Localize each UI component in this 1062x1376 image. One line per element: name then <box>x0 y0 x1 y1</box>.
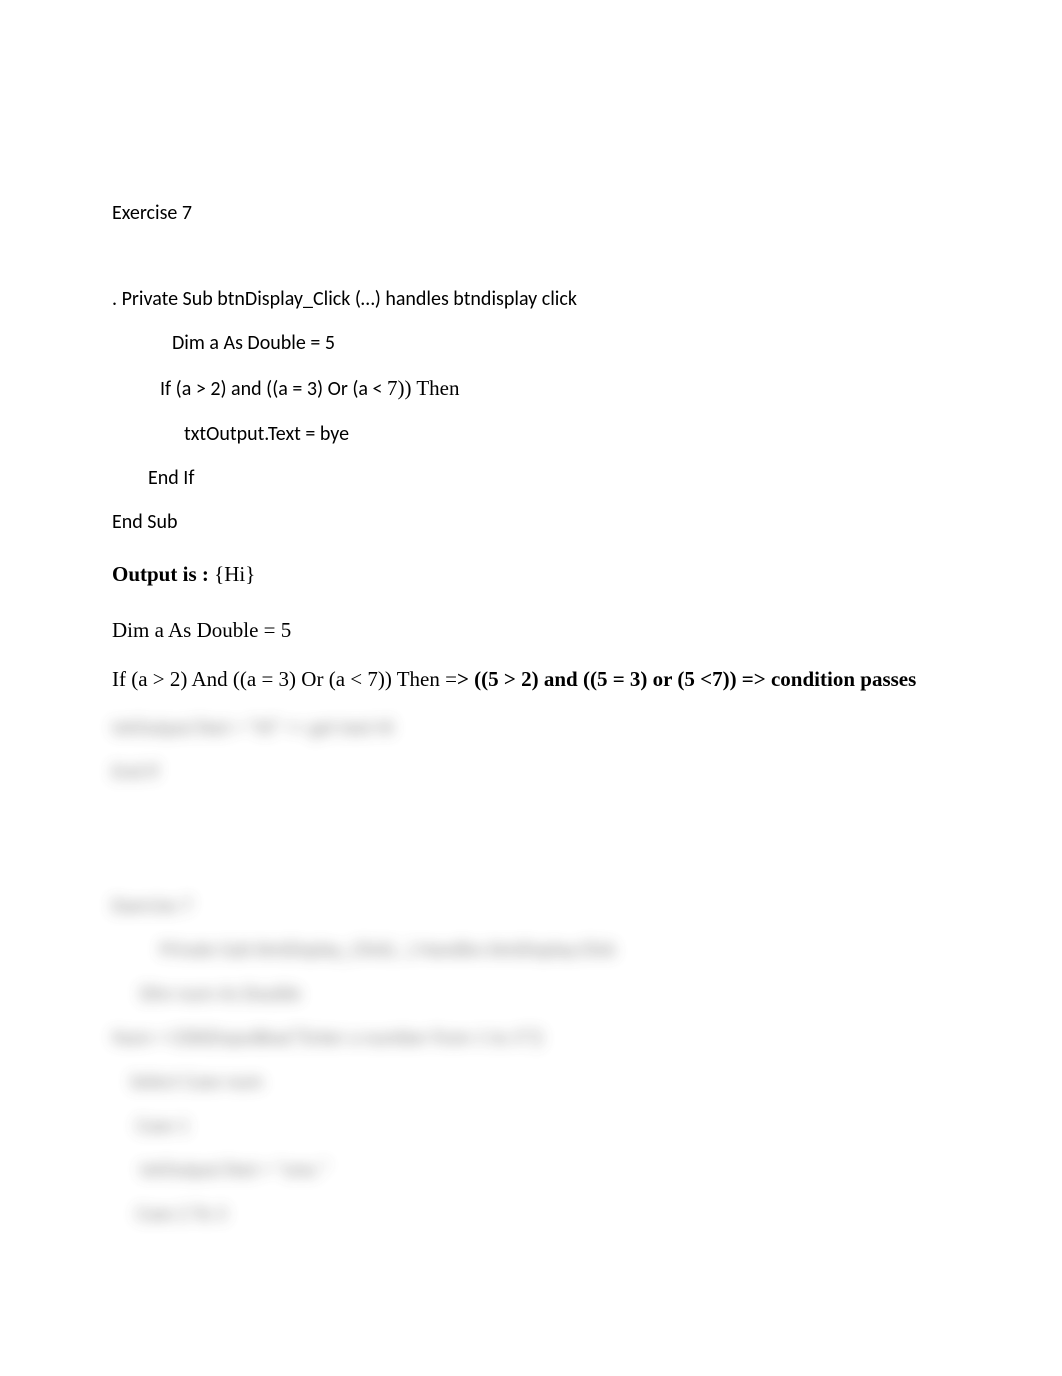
exercise-title: Exercise 7 <box>112 200 950 226</box>
blurred-line: Private Sub btnDisplay_Click(…) Handles … <box>112 938 950 962</box>
blurred-line: Exercise 7 <box>112 894 950 918</box>
blurred-line: Case 1 <box>112 1114 950 1138</box>
explanation-line: If (a > 2) And ((a = 3) Or (a < 7)) Then… <box>112 664 950 696</box>
blurred-preview: txtOutput.Text = "Hi" => get text Hi End… <box>112 716 950 1226</box>
code-line: txtOutput.Text = bye <box>112 421 950 447</box>
explanation-bold: > ((5 > 2) and ((5 = 3) or (5 <7)) => co… <box>457 667 916 691</box>
blurred-line: txtOutput.Text = "one." <box>112 1158 950 1182</box>
code-text: 7)) Then <box>387 376 460 400</box>
blurred-line: txtOutput.Text = "Hi" => get text Hi <box>112 716 950 740</box>
code-line: . Private Sub btnDisplay_Click (…) handl… <box>112 286 950 312</box>
explanation-line: Dim a As Double = 5 <box>112 615 950 647</box>
code-line: End Sub <box>112 509 950 535</box>
document-page: Exercise 7 . Private Sub btnDisplay_Clic… <box>0 0 1062 1226</box>
code-text: If (a > 2) and ((a = 3) Or (a < <box>160 377 387 401</box>
blurred-line: End If <box>112 760 950 784</box>
code-line: Dim a As Double = 5 <box>112 330 950 356</box>
blurred-line: Select Case num <box>112 1070 950 1094</box>
blurred-line: Case 2 To 3 <box>112 1202 950 1226</box>
code-line: End If <box>112 465 950 491</box>
output-label: Output is : <box>112 562 214 586</box>
output-line: Output is : {Hi} <box>112 559 950 591</box>
code-line: If (a > 2) and ((a = 3) Or (a < 7)) Then <box>112 374 950 403</box>
blurred-line: Num = CDbl(InputBox("Enter a number from… <box>112 1026 950 1050</box>
explanation-text: If (a > 2) And ((a = 3) Or (a < 7)) Then… <box>112 667 457 691</box>
output-value: {Hi} <box>214 562 255 586</box>
blurred-line: Dim num As Double <box>112 982 950 1006</box>
